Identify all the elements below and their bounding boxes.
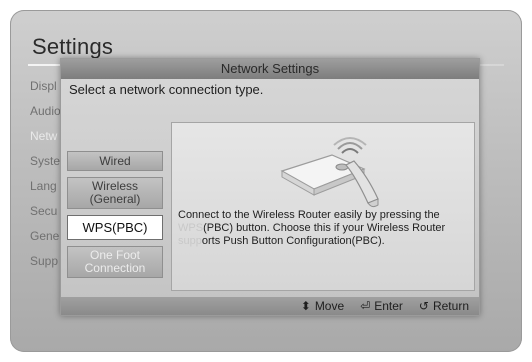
option-wired[interactable]: Wired <box>67 151 163 171</box>
footer-return-label: Return <box>432 299 469 313</box>
option-label: Wired <box>99 153 131 168</box>
option-one-foot-connection[interactable]: One Foot Connection <box>67 246 163 278</box>
footer-move: ⬍ Move <box>301 299 344 313</box>
footer-return[interactable]: ↺ Return <box>419 299 469 313</box>
description-line-2: (PBC) button. Choose this if your Wirele… <box>203 222 446 234</box>
connection-type-list: Wired Wireless (General) WPS(PBC) One Fo… <box>67 151 163 284</box>
option-description-panel: Connect to the Wireless Router easily by… <box>171 122 475 291</box>
dialog-prompt: Select a network connection type. <box>69 82 264 97</box>
option-wireless-general[interactable]: Wireless (General) <box>67 177 163 209</box>
up-down-arrows-icon: ⬍ <box>300 299 311 313</box>
description-line-3-prefix: supp <box>178 235 202 247</box>
page-title: Settings <box>32 34 114 59</box>
description-line-3: orts Push Button Configuration(PBC). <box>201 235 385 247</box>
enter-icon: ⏎ <box>360 299 371 313</box>
wireless-router-illustration <box>280 137 379 208</box>
tv-screen: Settings Displ Audio Netw Syste Lang Sec… <box>10 10 522 352</box>
option-label: WPS(PBC) <box>82 220 148 235</box>
option-wps-pbc[interactable]: WPS(PBC) <box>67 215 163 240</box>
footer-enter: ⏎ Enter <box>360 299 403 313</box>
option-description-text: Connect to the Wireless Router easily by… <box>178 209 470 248</box>
footer-enter-label: Enter <box>374 299 403 313</box>
description-line-2-prefix: WPS <box>178 222 204 234</box>
dialog-footer: ⬍ Move ⏎ Enter ↺ Return <box>61 297 479 315</box>
footer-move-label: Move <box>314 299 345 313</box>
description-line-1: Connect to the Wireless Router easily by… <box>178 209 440 221</box>
return-icon: ↺ <box>418 299 429 313</box>
network-settings-dialog: Network Settings Select a network connec… <box>60 58 480 316</box>
dialog-title: Network Settings <box>61 59 479 79</box>
option-label-line2: Connection <box>84 261 146 275</box>
option-label-line2: (General) <box>89 192 141 206</box>
